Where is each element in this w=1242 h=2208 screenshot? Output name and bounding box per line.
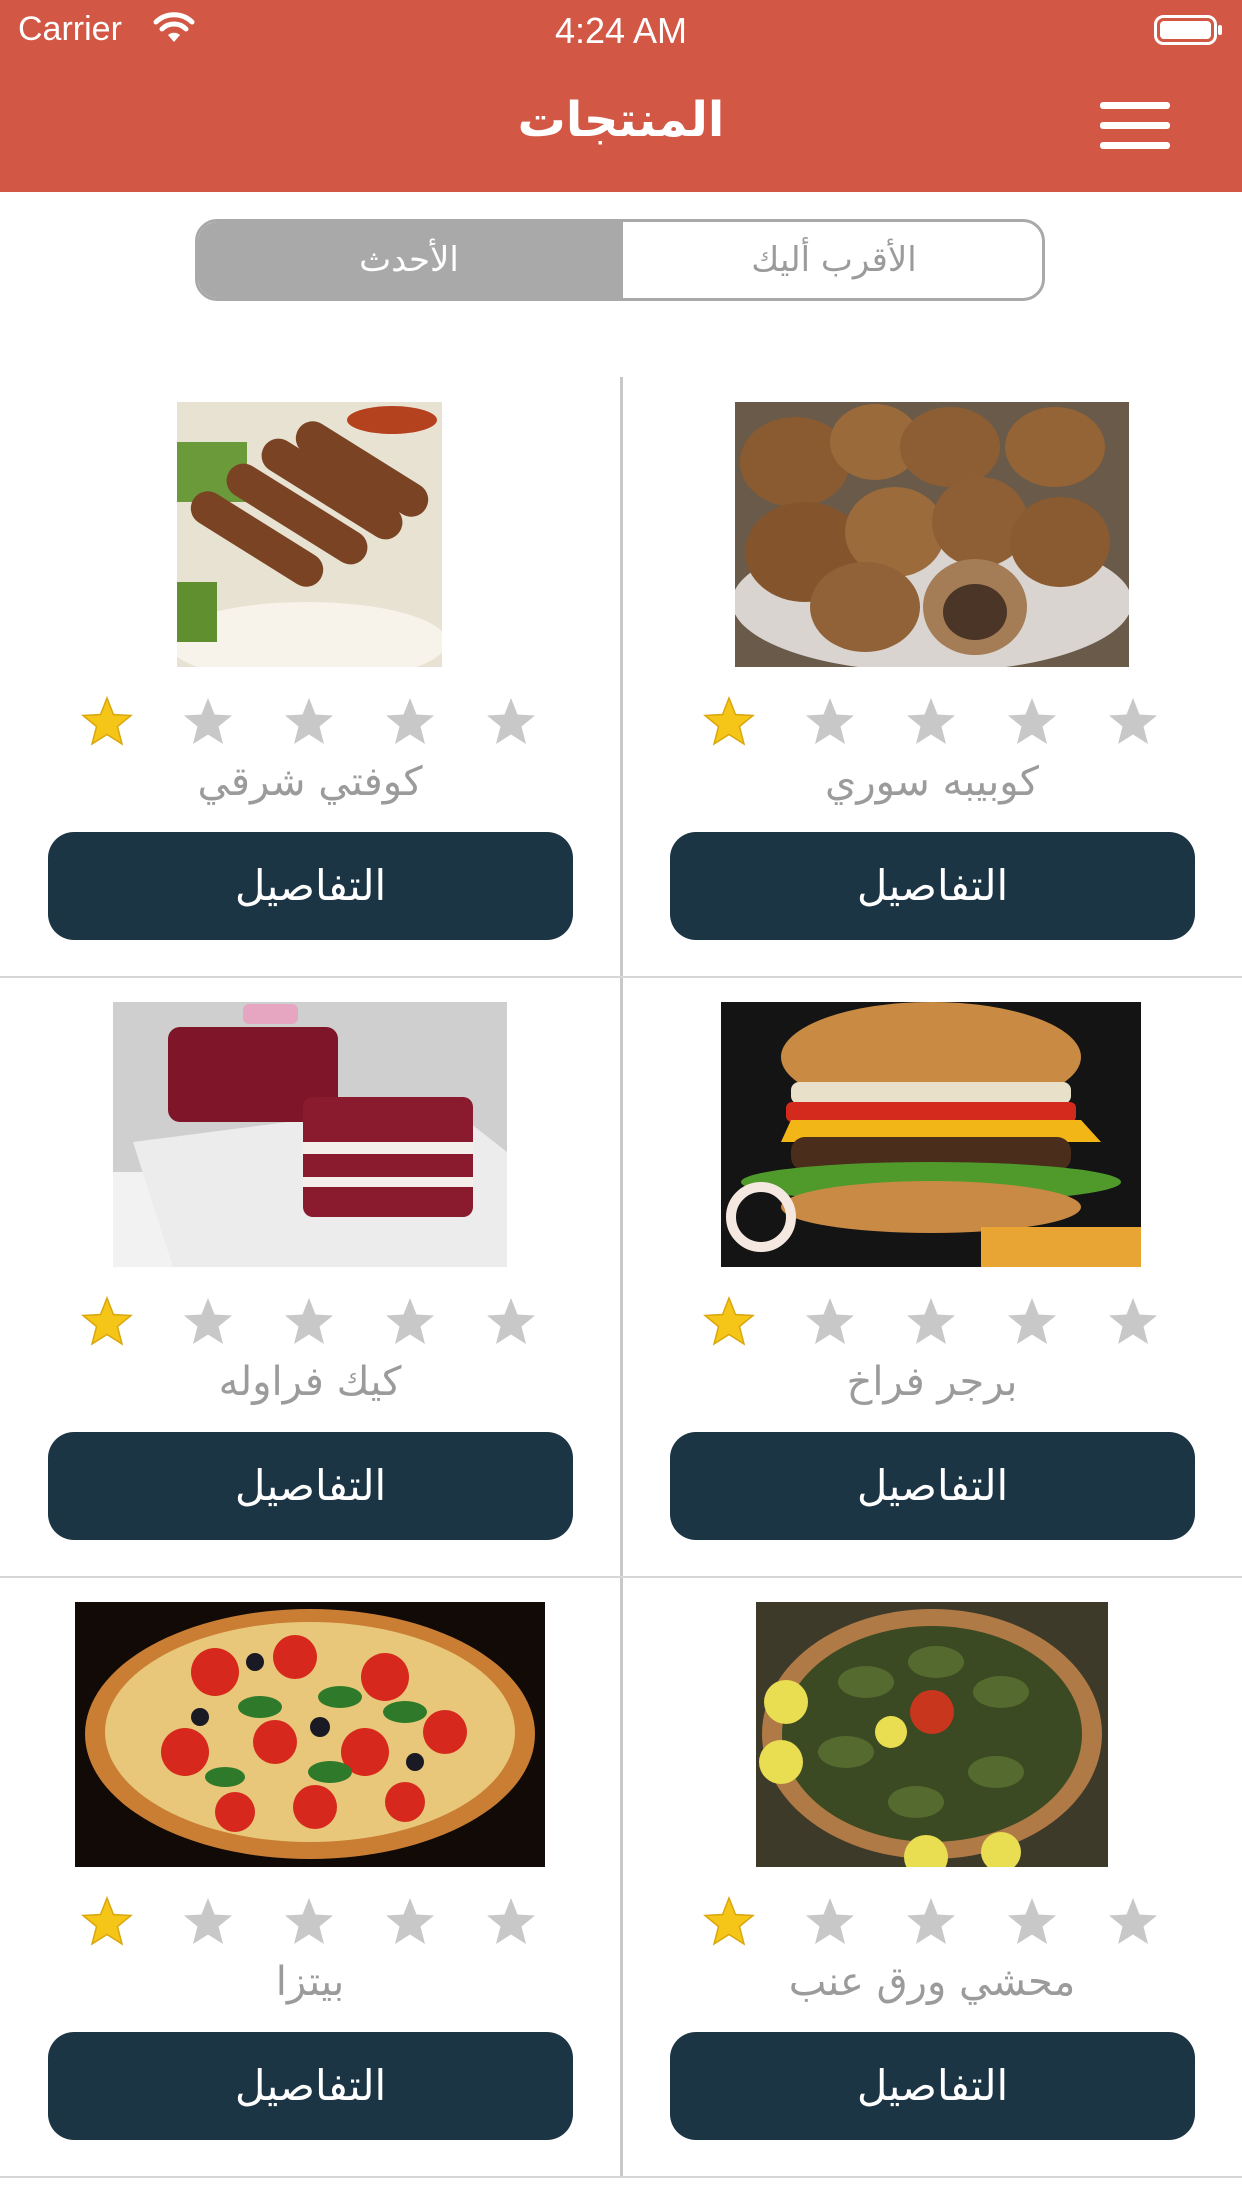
- segment-newest[interactable]: الأحدث: [198, 222, 620, 298]
- star-filled-icon[interactable]: [702, 1295, 756, 1349]
- product-name: بيتزا: [275, 1959, 345, 2005]
- pizza-photo: [75, 1602, 545, 1867]
- star-empty-icon[interactable]: [1005, 695, 1059, 749]
- product-name: محشي ورق عنب: [788, 1959, 1076, 2005]
- burger-photo: [721, 1002, 1141, 1267]
- page-title: المنتجات: [517, 92, 725, 148]
- star-empty-icon[interactable]: [484, 1895, 538, 1949]
- kofta-photo: [177, 402, 442, 667]
- details-button[interactable]: التفاصيل: [48, 1432, 573, 1540]
- sort-segmented-control: الأحدث الأقرب أليك: [195, 219, 1045, 301]
- star-empty-icon[interactable]: [484, 1295, 538, 1349]
- star-empty-icon[interactable]: [1106, 1895, 1160, 1949]
- star-empty-icon[interactable]: [1106, 695, 1160, 749]
- status-bar: Carrier 4:24 AM: [0, 0, 1242, 62]
- kibbeh-photo: [735, 402, 1129, 667]
- hamburger-menu-icon[interactable]: [1100, 100, 1170, 150]
- star-empty-icon[interactable]: [803, 1895, 857, 1949]
- status-time: 4:24 AM: [554, 10, 688, 51]
- star-empty-icon[interactable]: [1005, 1295, 1059, 1349]
- rating-stars: [80, 695, 540, 749]
- product-card: كوفتي شرقي التفاصيل: [0, 377, 620, 977]
- details-button[interactable]: التفاصيل: [670, 832, 1195, 940]
- star-empty-icon[interactable]: [1106, 1295, 1160, 1349]
- star-filled-icon[interactable]: [80, 1895, 134, 1949]
- details-button[interactable]: التفاصيل: [48, 2032, 573, 2140]
- star-empty-icon[interactable]: [181, 1295, 235, 1349]
- star-empty-icon[interactable]: [181, 1895, 235, 1949]
- rating-stars: [80, 1295, 540, 1349]
- rating-stars: [702, 1895, 1162, 1949]
- cake-photo: [113, 1002, 507, 1267]
- product-card: محشي ورق عنب التفاصيل: [622, 1577, 1242, 2177]
- star-empty-icon[interactable]: [904, 695, 958, 749]
- star-filled-icon[interactable]: [80, 695, 134, 749]
- star-empty-icon[interactable]: [803, 1295, 857, 1349]
- star-empty-icon[interactable]: [904, 1295, 958, 1349]
- star-filled-icon[interactable]: [702, 1895, 756, 1949]
- product-grid: كوبيبه سوري التفاصيل كوفتي شرقي التفاصيل: [0, 377, 1242, 2178]
- product-card: بيتزا التفاصيل: [0, 1577, 620, 2177]
- star-empty-icon[interactable]: [282, 695, 336, 749]
- product-card: برجر فراخ التفاصيل: [622, 977, 1242, 1577]
- product-name: كيك فراوله: [218, 1359, 402, 1405]
- segment-nearest[interactable]: الأقرب أليك: [620, 222, 1042, 298]
- star-empty-icon[interactable]: [282, 1895, 336, 1949]
- product-name: برجر فراخ: [846, 1359, 1018, 1405]
- star-empty-icon[interactable]: [904, 1895, 958, 1949]
- product-card: كوبيبه سوري التفاصيل: [622, 377, 1242, 977]
- star-filled-icon[interactable]: [80, 1295, 134, 1349]
- star-empty-icon[interactable]: [181, 695, 235, 749]
- star-empty-icon[interactable]: [1005, 1895, 1059, 1949]
- product-card: كيك فراوله التفاصيل: [0, 977, 620, 1577]
- star-empty-icon[interactable]: [383, 1295, 437, 1349]
- star-empty-icon[interactable]: [484, 695, 538, 749]
- battery-icon: [1154, 15, 1222, 45]
- star-empty-icon[interactable]: [282, 1295, 336, 1349]
- star-empty-icon[interactable]: [803, 695, 857, 749]
- star-empty-icon[interactable]: [383, 695, 437, 749]
- stuffed-grape-leaves-photo: [756, 1602, 1108, 1867]
- header-bar: Carrier 4:24 AM المنتجات: [0, 0, 1242, 192]
- details-button[interactable]: التفاصيل: [670, 1432, 1195, 1540]
- rating-stars: [702, 1295, 1162, 1349]
- star-empty-icon[interactable]: [383, 1895, 437, 1949]
- rating-stars: [80, 1895, 540, 1949]
- product-name: كوفتي شرقي: [197, 759, 423, 805]
- details-button[interactable]: التفاصيل: [48, 832, 573, 940]
- details-button[interactable]: التفاصيل: [670, 2032, 1195, 2140]
- star-filled-icon[interactable]: [702, 695, 756, 749]
- rating-stars: [702, 695, 1162, 749]
- product-name: كوبيبه سوري: [825, 759, 1039, 805]
